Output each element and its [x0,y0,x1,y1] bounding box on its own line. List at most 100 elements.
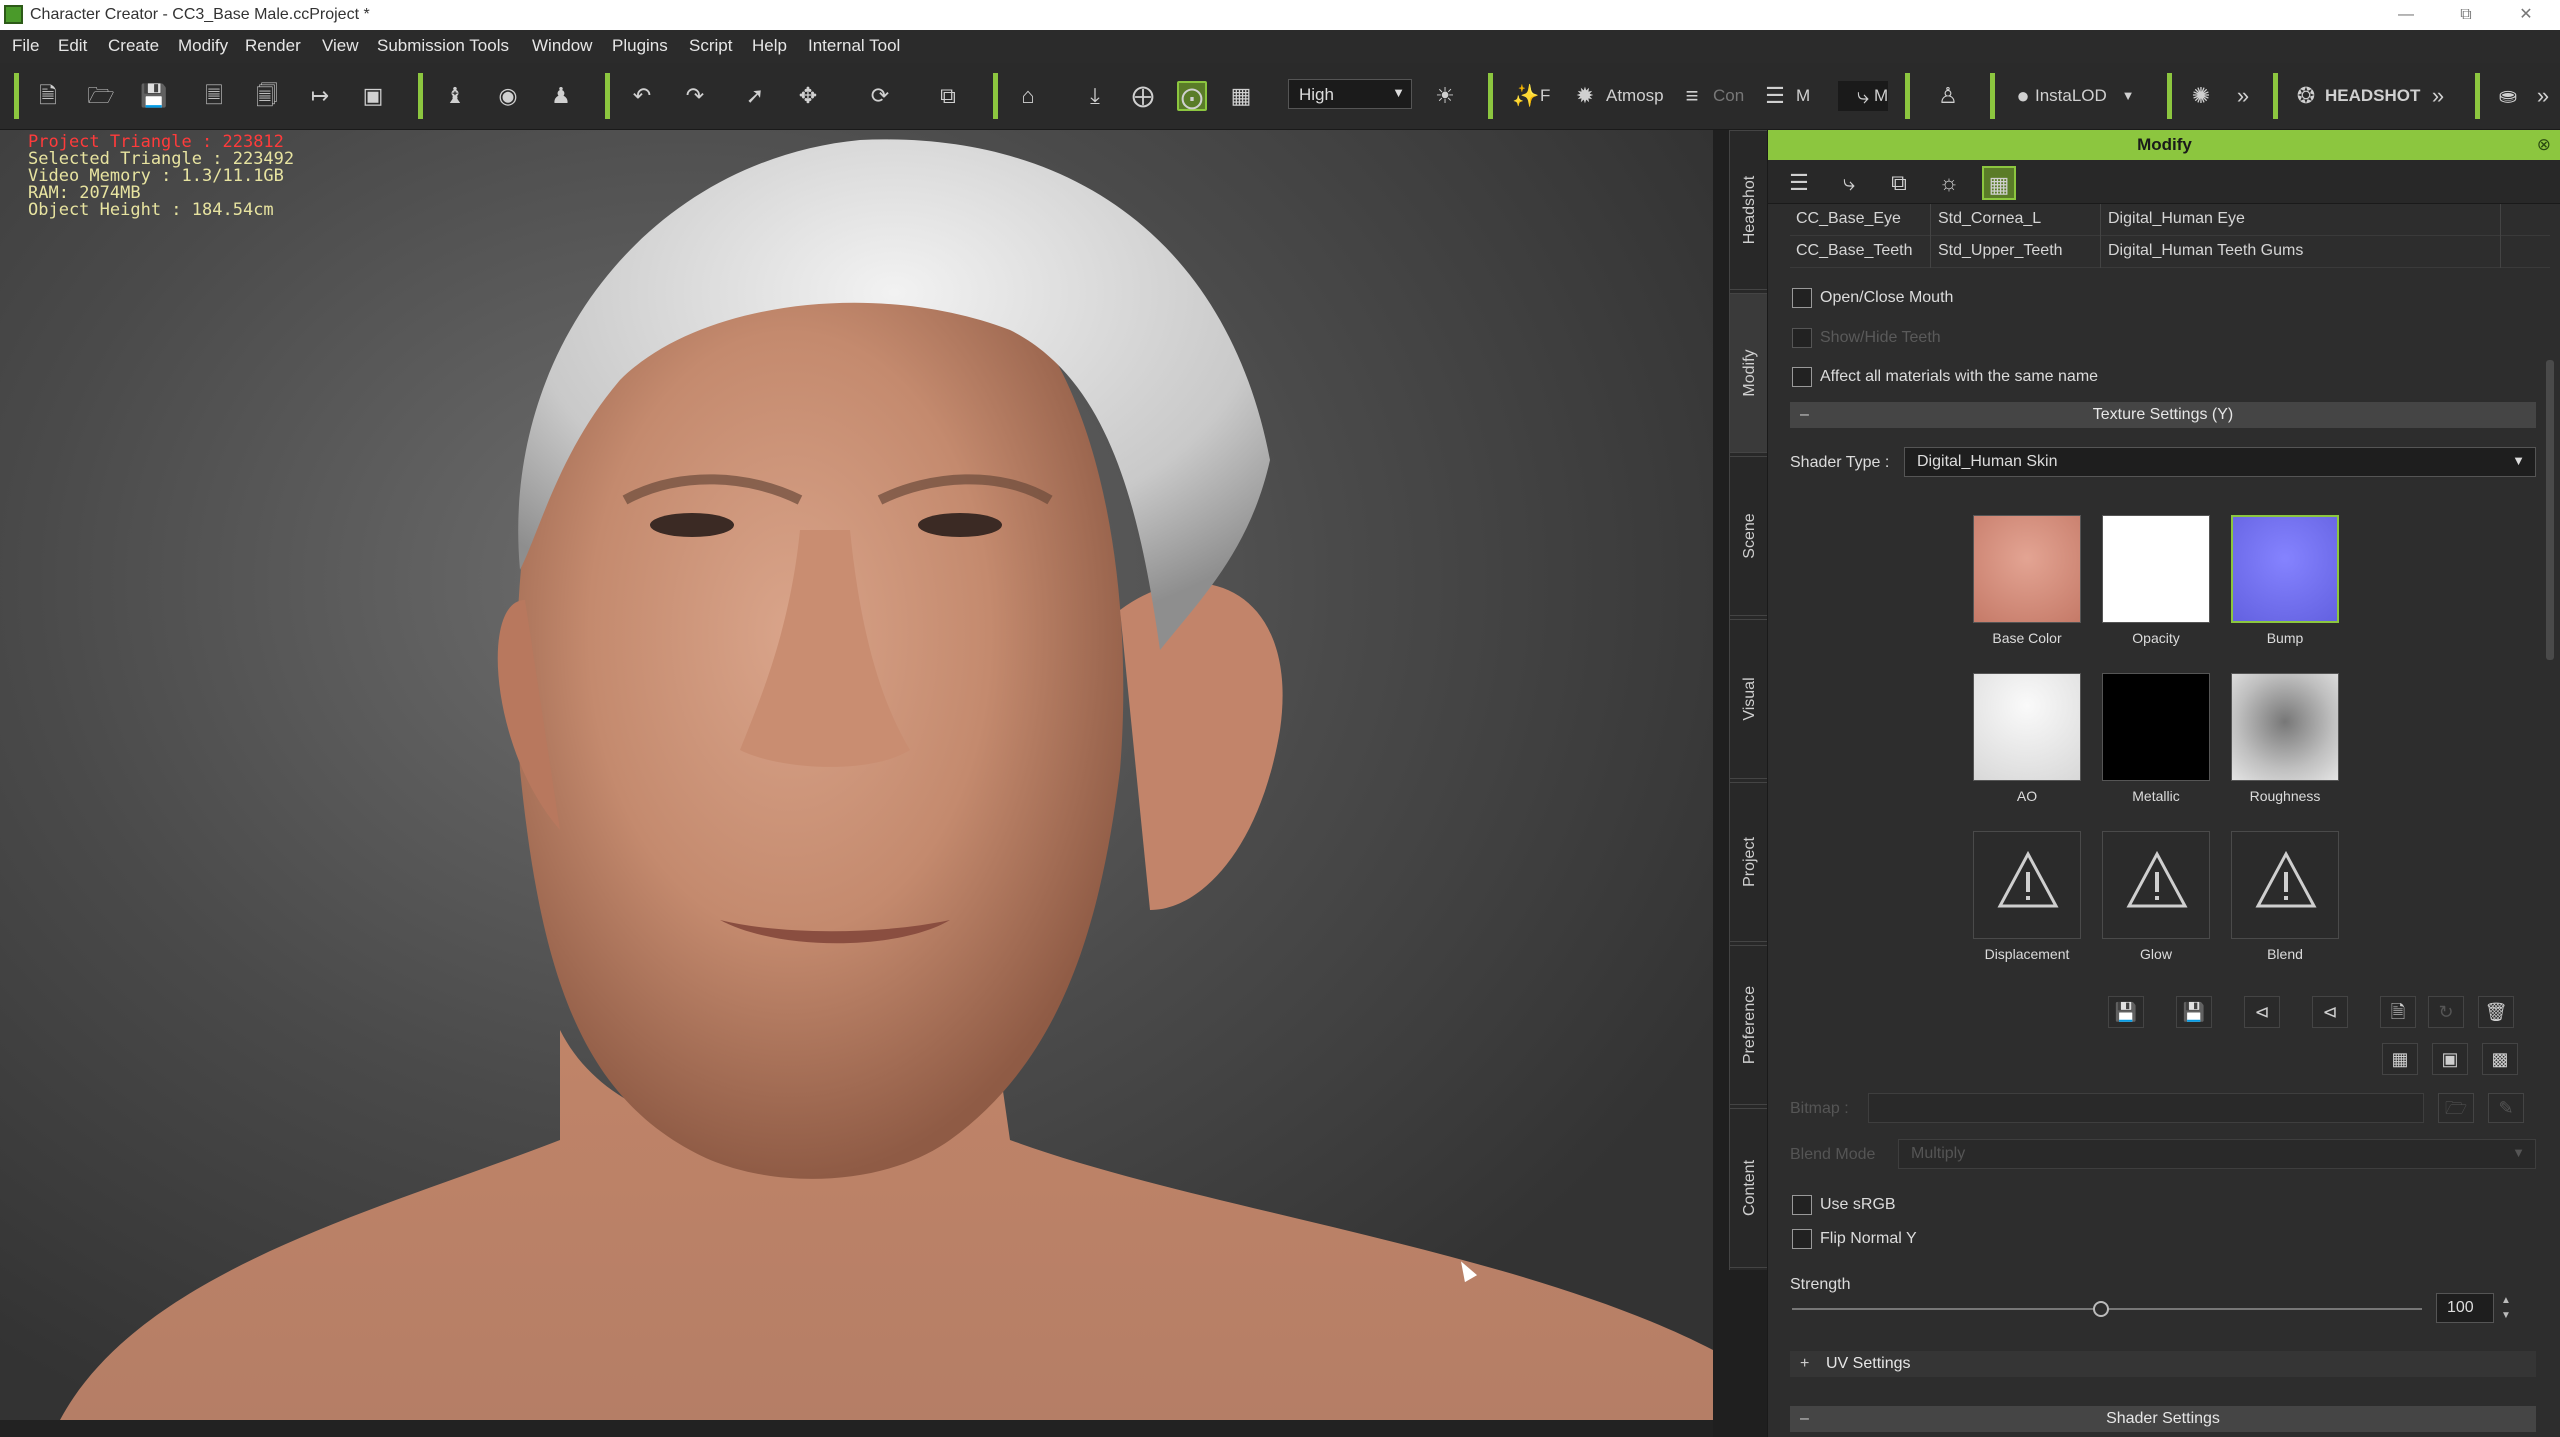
open-file-icon[interactable]: 🗁 [86,81,116,111]
menu-window[interactable]: Window [532,36,592,56]
close-icon[interactable]: ⊗ [2537,130,2551,160]
table-row[interactable]: CC_Base_Eye Std_Cornea_L Digital_Human E… [1790,204,2550,236]
tab-headshot[interactable]: Headshot [1730,130,1770,290]
refresh-icon[interactable]: ↻ [2428,996,2464,1028]
menu-internal-tool[interactable]: Internal Tool [808,36,900,56]
morph-tool-icon[interactable]: ⧉ [1882,166,1916,200]
more-icon[interactable]: » [2228,81,2258,111]
select-arrow-icon[interactable]: ➚ [740,81,770,111]
checker-icon[interactable]: ▩ [2482,1043,2518,1075]
grid-icon[interactable]: ▦ [2382,1043,2418,1075]
table-row[interactable]: CC_Base_Teeth Std_Upper_Teeth Digital_Hu… [1790,236,2550,268]
frame-icon[interactable]: ⨁ [1128,81,1158,111]
morph-icon[interactable]: ◉ [493,81,523,111]
shader-type-select[interactable]: Digital_Human Skin ▼ [1904,447,2536,477]
menu-create[interactable]: Create [108,36,159,56]
more-icon[interactable]: » [2423,81,2453,111]
atmosphere-icon[interactable]: ✹ [1570,81,1600,111]
pipeline-icon[interactable]: ✺ [2186,81,2216,111]
tab-content[interactable]: Content [1730,1108,1770,1268]
instalod-icon[interactable]: ● [2008,81,2038,111]
tab-modify[interactable]: Modify [1730,293,1770,453]
affect-all-checkbox[interactable] [1792,367,1812,387]
flip-normal-y-checkbox[interactable] [1792,1229,1812,1249]
quality-select[interactable]: High ▼ [1288,79,1412,109]
uv-settings-header[interactable]: + UV Settings [1790,1351,2536,1377]
con-label[interactable]: Con [1713,86,1744,106]
opacity-texture-slot[interactable] [2102,515,2210,623]
f-label[interactable]: F [1540,86,1550,106]
rotate-icon[interactable]: ⟳ [865,81,895,111]
drop-to-floor-icon[interactable]: ⤓ [1080,81,1110,111]
texture-settings-header[interactable]: – Texture Settings (Y) [1790,402,2536,428]
base-color-texture-slot[interactable] [1973,515,2081,623]
sun-icon[interactable]: ☀ [1430,81,1460,111]
blend-texture-slot[interactable] [2231,831,2339,939]
glow-texture-slot[interactable] [2102,831,2210,939]
character-icon[interactable]: ♝ [440,81,470,111]
delete-icon[interactable]: 🗑 [2478,996,2514,1028]
tab-project[interactable]: Project [1730,782,1770,942]
menu-view[interactable]: View [322,36,359,56]
settings-slider-icon[interactable]: ≡ [1677,81,1707,111]
strength-input[interactable]: 100 [2436,1293,2494,1323]
tab-visual[interactable]: Visual [1730,619,1770,779]
use-srgb-checkbox[interactable] [1792,1195,1812,1215]
home-icon[interactable]: ⌂ [1013,81,1043,111]
share-alt-icon[interactable]: ⊲ [2312,996,2348,1028]
export-icon[interactable]: 🗐 [252,81,282,111]
displacement-texture-slot[interactable] [1973,831,2081,939]
3d-viewport[interactable]: Project Triangle : 223812 Selected Trian… [0,130,1713,1420]
chevron-down-icon[interactable]: ▼ [2113,81,2143,111]
save-icon[interactable]: 💾 [139,81,169,111]
redo-icon[interactable]: ↷ [680,81,710,111]
import-icon[interactable]: 🗏 [199,81,229,111]
bump-texture-slot[interactable] [2231,515,2339,623]
menu-modify[interactable]: Modify [178,36,228,56]
spin-up-icon[interactable]: ▲ [2496,1293,2516,1308]
bitmap-field[interactable] [1868,1093,2424,1123]
menu-script[interactable]: Script [689,36,732,56]
menu-submission-tools[interactable]: Submission Tools [377,36,509,56]
light-icon[interactable]: ✨ [1511,81,1541,111]
roughness-texture-slot[interactable] [2231,673,2339,781]
metallic-texture-slot[interactable] [2102,673,2210,781]
blend-mode-select[interactable]: Multiply ▼ [1898,1139,2536,1169]
camera-fit-icon[interactable]: ⨀ [1177,81,1207,111]
show-hide-teeth-checkbox[interactable] [1792,328,1812,348]
pose-tool-icon[interactable]: ⤷ [1832,166,1866,200]
load-texture-icon[interactable]: 💾 [2108,996,2144,1028]
settings-slider-icon[interactable]: ☰ [1782,166,1816,200]
menu-file[interactable]: File [12,36,39,56]
strength-spinner[interactable]: ▲ ▼ [2496,1293,2516,1323]
minimize-icon[interactable]: — [2386,2,2426,28]
headshot-icon[interactable]: ❂ [2291,81,2321,111]
publish-icon[interactable]: ▣ [358,81,388,111]
document-icon[interactable]: 🗎 [2380,996,2416,1028]
spin-down-icon[interactable]: ▼ [2496,1308,2516,1323]
instalod-label[interactable]: InstaLOD [2035,86,2107,106]
m1-label[interactable]: M [1796,86,1810,106]
material-checker-icon[interactable]: ▦ [1982,166,2016,200]
adjust-icon[interactable]: ☰ [1760,81,1790,111]
shader-settings-header[interactable]: – Shader Settings [1790,1406,2536,1432]
tab-preference[interactable]: Preference [1730,945,1770,1105]
close-window-icon[interactable]: ✕ [2506,2,2546,28]
atmosphere-label[interactable]: Atmosp [1606,86,1664,106]
browse-icon[interactable]: 🗁 [2438,1093,2474,1123]
move-icon[interactable]: ✥ [793,81,823,111]
save-texture-icon[interactable]: 💾 [2176,996,2212,1028]
plugin-icon[interactable]: ⛂ [2493,81,2523,111]
skin-tool-icon[interactable]: ☼ [1932,166,1966,200]
strength-slider-thumb[interactable] [2092,1301,2109,1317]
figure-icon[interactable]: ♙ [1933,81,1963,111]
menu-render[interactable]: Render [245,36,301,56]
menu-help[interactable]: Help [752,36,787,56]
send-icon[interactable]: ↦ [305,81,335,111]
edit-icon[interactable]: ✎ [2488,1093,2524,1123]
restore-icon[interactable]: ⧉ [2446,2,2486,28]
more-icon[interactable]: » [2528,81,2558,111]
open-close-mouth-checkbox[interactable] [1792,288,1812,308]
tab-scene[interactable]: Scene [1730,456,1770,616]
ao-texture-slot[interactable] [1973,673,2081,781]
